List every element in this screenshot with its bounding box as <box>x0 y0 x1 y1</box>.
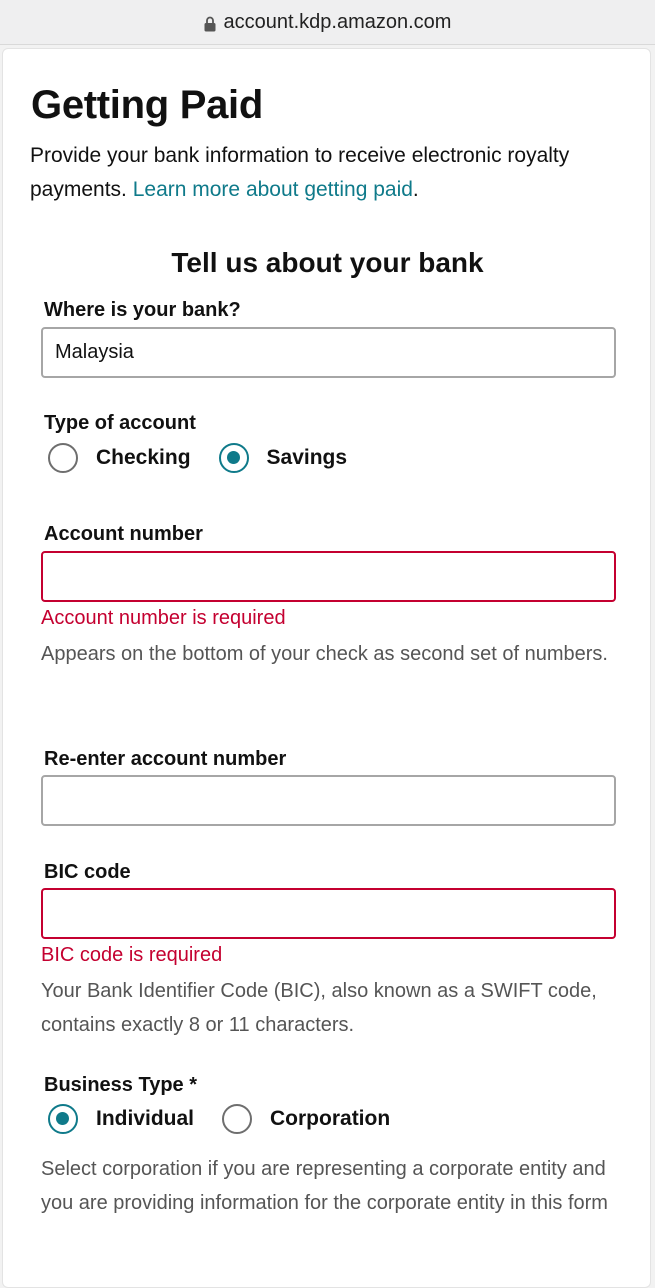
bic-code-error: BIC code is required <box>41 944 223 966</box>
learn-more-link[interactable]: Learn more about getting paid <box>133 178 413 201</box>
checking-radio-circle[interactable] <box>48 443 78 473</box>
country-label: Where is your bank? <box>44 299 241 321</box>
account-number-help: Appears on the bottom of your check as s… <box>41 643 608 665</box>
account-number-input[interactable] <box>41 551 616 602</box>
bic-code-label: BIC code <box>44 861 131 883</box>
account-type-radio-group: Checking Savings <box>48 443 375 473</box>
individual-radio-label[interactable]: Individual <box>96 1107 194 1131</box>
account-number-label: Account number <box>44 523 203 545</box>
corporation-radio-circle[interactable] <box>222 1104 253 1134</box>
savings-radio[interactable]: Savings <box>218 443 348 473</box>
business-type-radio-group: Individual Corporation <box>48 1104 418 1134</box>
intro-paragraph: Provide your bank information to receive… <box>30 139 630 207</box>
individual-radio[interactable]: Individual <box>48 1104 194 1134</box>
country-field[interactable]: Malaysia <box>41 327 616 378</box>
savings-radio-circle[interactable] <box>218 443 249 473</box>
reenter-account-label: Re-enter account number <box>44 748 287 770</box>
account-type-label: Type of account <box>44 412 196 434</box>
bank-section-title: Tell us about your bank <box>171 247 484 278</box>
corporation-radio-label[interactable]: Corporation <box>270 1107 390 1131</box>
page-title: Getting Paid <box>31 83 263 127</box>
bic-code-input[interactable] <box>41 888 616 939</box>
individual-radio-circle[interactable] <box>48 1104 78 1134</box>
business-type-label: Business Type * <box>44 1074 198 1096</box>
country-value: Malaysia <box>55 341 134 363</box>
checking-radio-label[interactable]: Checking <box>96 446 191 470</box>
intro-end: . <box>412 178 419 201</box>
lock-icon <box>204 15 216 32</box>
account-number-error: Account number is required <box>41 607 286 629</box>
browser-url-bar[interactable]: account.kdp.amazon.com <box>0 0 655 45</box>
checking-radio[interactable]: Checking <box>48 443 191 473</box>
reenter-account-input[interactable] <box>41 775 616 826</box>
getting-paid-card: Getting Paid Provide your bank informati… <box>2 48 651 1288</box>
business-type-help: Select corporation if you are representi… <box>41 1158 608 1214</box>
savings-radio-label[interactable]: Savings <box>267 446 348 470</box>
corporation-radio[interactable]: Corporation <box>222 1104 390 1134</box>
bic-code-help: Your Bank Identifier Code (BIC), also kn… <box>41 980 597 1036</box>
url-text: account.kdp.amazon.com <box>223 10 452 33</box>
